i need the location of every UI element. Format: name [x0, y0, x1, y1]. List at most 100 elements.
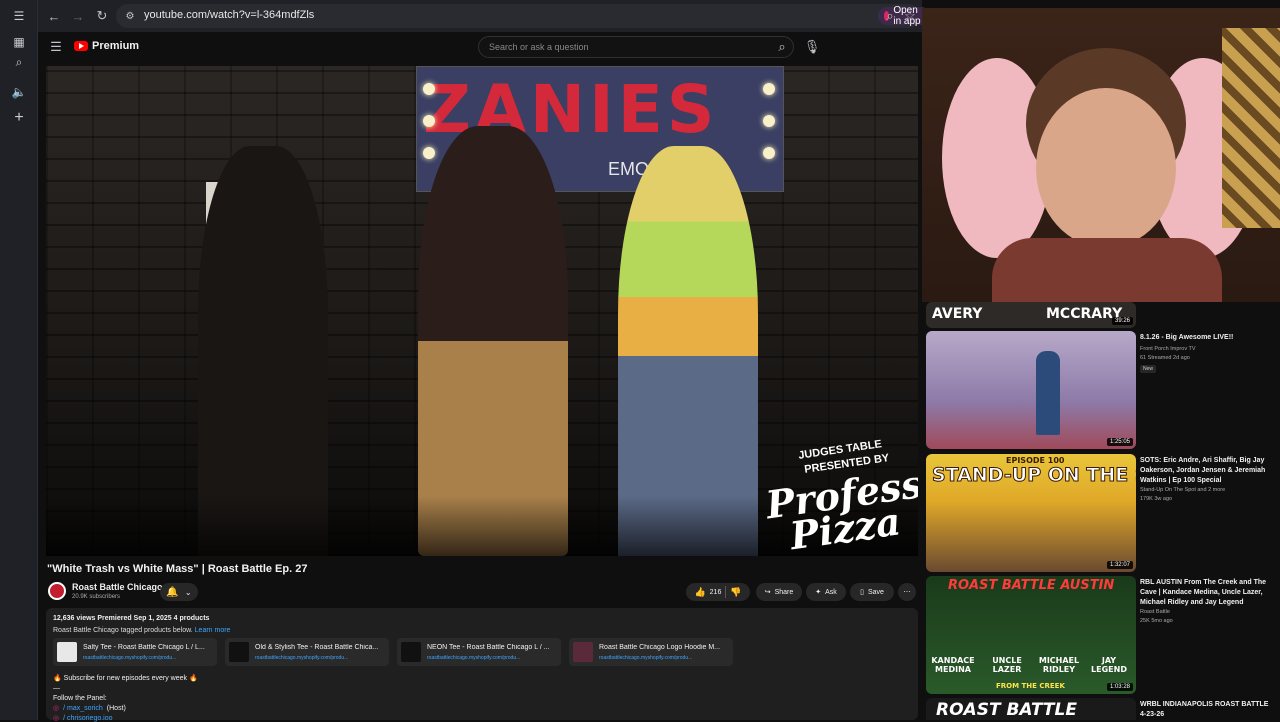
guide-menu-icon[interactable]: ☰	[46, 37, 66, 57]
marquee-bulb	[423, 147, 435, 159]
panel-role: (Host)	[106, 704, 126, 712]
bookmark-star-icon[interactable]: ☆	[900, 6, 920, 26]
recommendation-thumbnail[interactable]: ROAST BATTLE AUSTIN KANDACE MEDINA UNCLE…	[926, 576, 1136, 694]
tab-search-icon[interactable]: ⌕	[9, 52, 29, 72]
more-icon: ⋯	[903, 589, 911, 596]
thumb-text: STAND-UP ON THE SPOT	[932, 464, 1136, 487]
share-icon: ↪	[764, 589, 771, 596]
learn-more-link[interactable]: Learn more	[195, 627, 231, 634]
product-card[interactable]: Roast Battle Chicago Logo Hoodie M... ro…	[569, 638, 733, 666]
new-badge: New	[1140, 365, 1157, 373]
browser-side-rail: ☰ ▦ ⌕ 🔈 +	[0, 0, 38, 720]
bookmark-icon: ▯	[860, 589, 864, 596]
product-url: roastbattlechicago.myshopify.com/produ..…	[599, 655, 693, 661]
search-placeholder: Search or ask a question	[489, 42, 589, 52]
youtube-play-icon	[74, 41, 88, 51]
ask-label: Ask	[825, 588, 837, 596]
video-duration: 1:32:07	[1106, 561, 1133, 569]
back-icon[interactable]: ←	[44, 6, 64, 26]
description-meta: 12,636 views Premiered Sep 1, 2025 4 pro…	[53, 615, 210, 622]
recommendation-title[interactable]: RBL AUSTIN From The Creek and The Cave |…	[1140, 578, 1276, 608]
notification-bell-button[interactable]: 🔔 ⌄	[160, 583, 198, 601]
product-name: Salty Tee - Roast Battle Chicago L / L..…	[83, 644, 205, 651]
hoodie	[992, 238, 1222, 302]
logo-text: Premium	[92, 40, 140, 52]
face	[1036, 88, 1176, 248]
recommendation-thumbnail[interactable]: ROAST BATTLE	[926, 698, 1136, 720]
video-title: "White Trash vs White Mass" | Roast Batt…	[47, 563, 308, 575]
more-actions-button[interactable]: ⋯	[898, 583, 916, 601]
instagram-icon: ◎	[53, 715, 60, 722]
giraffe-toy	[1222, 28, 1280, 228]
video-duration: 1:25:05	[1106, 438, 1133, 446]
channel-avatar[interactable]	[48, 582, 66, 600]
microphone-icon[interactable]: 🎙	[802, 37, 822, 57]
panel-handle[interactable]: / chrisoriego.ioo	[63, 715, 112, 722]
thumb-text: KANDACE MEDINA	[931, 656, 975, 674]
product-card[interactable]: Salty Tee - Roast Battle Chicago L / L..…	[53, 638, 217, 666]
recommendation-title[interactable]: 8.1.26 - Big Awesome LIVE!!	[1140, 333, 1276, 343]
tagged-products-line: Roast Battle Chicago tagged products bel…	[53, 627, 230, 634]
youtube-masthead: ☰ Premium Search or ask a question ⌕ 🎙	[38, 32, 922, 62]
product-url: roastbattlechicago.myshopify.com/produ..…	[255, 655, 349, 661]
apps-icon[interactable]: ▦	[9, 32, 29, 52]
instagram-icon: ◎	[53, 705, 60, 712]
search-input[interactable]: Search or ask a question	[478, 36, 794, 58]
description-box[interactable]: 12,636 views Premiered Sep 1, 2025 4 pro…	[46, 608, 918, 722]
add-icon[interactable]: +	[9, 108, 29, 128]
save-label: Save	[867, 588, 884, 596]
recommendation-thumbnail[interactable]: AVERY MCCRARY 39:26	[926, 302, 1136, 328]
youtube-logo[interactable]: Premium	[74, 40, 139, 52]
panel-handle[interactable]: / max_sorich	[63, 705, 103, 712]
description-dash: —	[53, 685, 60, 692]
like-dislike-group: 👍 216 👎	[686, 583, 750, 601]
marquee-bulb	[763, 115, 775, 127]
video-duration: 39:26	[1111, 317, 1133, 325]
ask-button[interactable]: ✦ Ask	[806, 583, 846, 601]
channel-name[interactable]: Roast Battle Chicago	[72, 582, 163, 592]
audio-icon[interactable]: 🔈	[9, 82, 29, 102]
recommendation-thumbnail[interactable]: 1:25:05	[926, 331, 1136, 449]
menu-icon[interactable]: ☰	[9, 6, 29, 26]
bell-icon: 🔔	[166, 586, 179, 598]
reload-icon[interactable]: ↻	[92, 6, 112, 26]
recommendation-title[interactable]: WRBL INDIANAPOLIS ROAST BATTLE 4-23-26	[1140, 700, 1276, 720]
recommendation-channel[interactable]: Front Porch Improv TV	[1140, 346, 1196, 352]
recommendation-channel[interactable]: Roast Battle	[1140, 609, 1170, 615]
performer-figure	[1036, 351, 1060, 435]
share-button[interactable]: ↪ Share	[756, 583, 802, 601]
product-name: Roast Battle Chicago Logo Hoodie M...	[599, 644, 721, 651]
like-count: 216	[709, 588, 722, 596]
recommendation-thumbnail[interactable]: EPISODE 100 STAND-UP ON THE SPOT 1:32:07	[926, 454, 1136, 572]
address-bar[interactable]: ⚙ youtube.com/watch?v=l-364mdfZls Open i…	[116, 4, 931, 28]
zoom-icon[interactable]: ⌕	[880, 6, 900, 26]
recommendation-title[interactable]: SOTS: Eric Andre, Ari Shaffir, Big Jay O…	[1140, 456, 1276, 486]
chevron-down-icon: ⌄	[184, 587, 192, 597]
subscribe-line: 🔥 Subscribe for new episodes every week …	[53, 675, 198, 682]
thumbs-down-icon[interactable]: 👎	[730, 587, 741, 598]
recommendation-meta: 179K 3w ago	[1140, 496, 1173, 502]
webcam-overlay	[922, 8, 1280, 302]
comedian-left	[198, 146, 328, 556]
forward-icon[interactable]: →	[68, 6, 88, 26]
save-button[interactable]: ▯ Save	[850, 583, 894, 601]
product-card[interactable]: Old & Stylish Tee - Roast Battle Chica..…	[225, 638, 389, 666]
search-icon[interactable]: ⌕	[772, 37, 792, 57]
marquee-bulb	[423, 115, 435, 127]
product-thumbnail	[57, 642, 77, 662]
marquee-bulb	[763, 147, 775, 159]
url-text[interactable]: youtube.com/watch?v=l-364mdfZls	[144, 9, 314, 21]
panel-member[interactable]: ◎ / chrisoriego.ioo	[53, 714, 113, 722]
follow-panel-label: Follow the Panel:	[53, 695, 107, 702]
like-button[interactable]: 👍 216	[694, 587, 721, 598]
thumb-text: AVERY	[932, 306, 983, 322]
site-info-icon[interactable]: ⚙	[120, 6, 140, 26]
panel-member[interactable]: ◎ / max_sorich (Host)	[53, 704, 126, 713]
video-player[interactable]: ZANIES EMONT JUDGES TABLE PRESENTED BY P…	[46, 66, 918, 556]
recommendation-meta: 61 Streamed 2d ago	[1140, 355, 1190, 361]
product-card[interactable]: NEON Tee - Roast Battle Chicago L / ... …	[397, 638, 561, 666]
product-url: roastbattlechicago.myshopify.com/produ..…	[427, 655, 521, 661]
sparkle-icon: ✦	[815, 589, 822, 596]
divider	[725, 586, 727, 598]
recommendation-channel[interactable]: Stand-Up On The Spot and 2 more	[1140, 487, 1225, 493]
